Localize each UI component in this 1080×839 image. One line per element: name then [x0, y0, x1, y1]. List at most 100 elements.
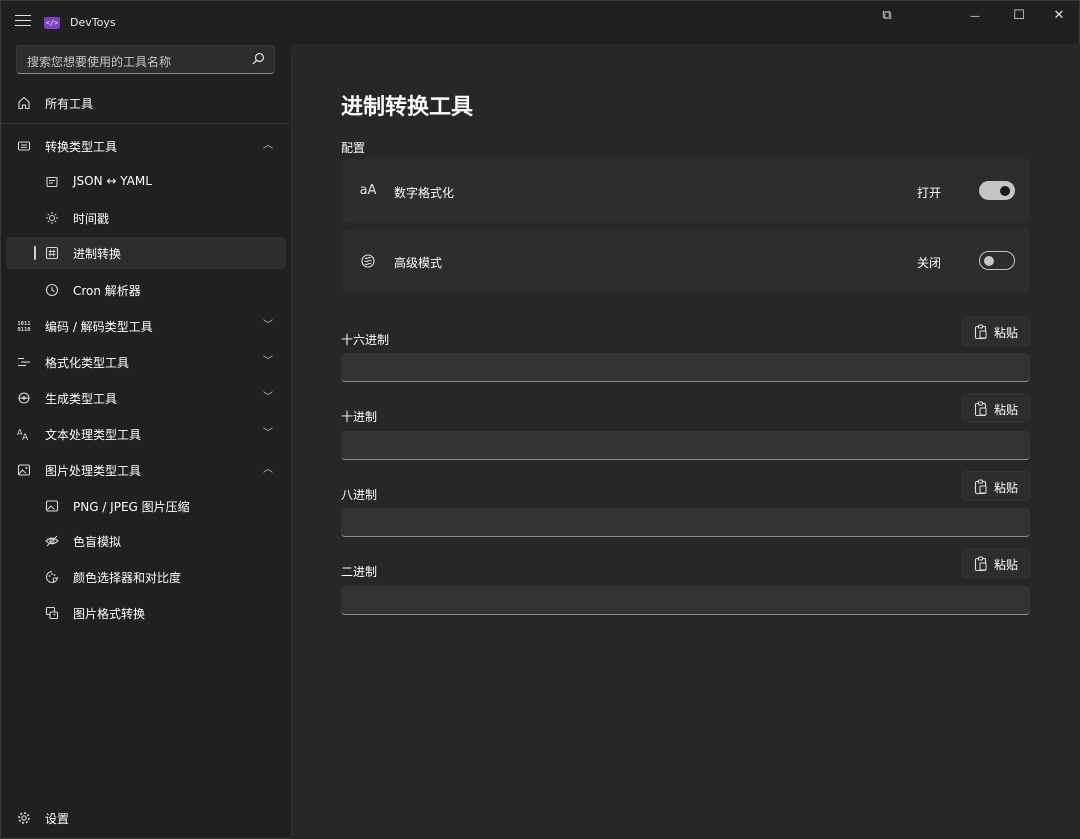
hex-paste-button[interactable]: 粘贴	[962, 316, 1030, 346]
paste-label: 粘贴	[994, 558, 1019, 572]
sidebar-divider	[1, 123, 289, 124]
sidebar-group-formatters[interactable]: 格式化类型工具 ﹀	[6, 346, 286, 378]
clipboard-icon	[974, 479, 987, 495]
sidebar-item-image-compress[interactable]: PNG / JPEG 图片压缩	[6, 490, 286, 522]
chevron-down-icon: ﹀	[263, 428, 273, 439]
sidebar-item-json-yaml[interactable]: JSON ↔ YAML	[6, 166, 286, 198]
page-title: 进制转换工具	[341, 95, 474, 120]
sidebar-item-label: PNG / JPEG 图片压缩	[73, 500, 190, 514]
toggle-state-text: 关闭	[916, 256, 941, 270]
sidebar-item-timestamp[interactable]: 时间戳	[6, 202, 286, 234]
sidebar-item-cron-parser[interactable]: Cron 解析器	[6, 274, 286, 306]
sidebar-item-label: Cron 解析器	[73, 284, 141, 298]
decimal-input[interactable]	[341, 431, 1030, 460]
app-title: DevToys	[70, 16, 116, 29]
search-box[interactable]: 搜索您想要使用的工具名称	[16, 45, 275, 74]
sidebar-item-label: JSON ↔ YAML	[73, 174, 152, 188]
sidebar-group-label: 格式化类型工具	[45, 356, 130, 370]
sidebar-group-text[interactable]: A A 文本处理类型工具 ﹀	[6, 418, 286, 450]
binary-input[interactable]	[341, 586, 1030, 615]
sidebar-item-color-picker[interactable]: 颜色选择器和对比度	[6, 561, 286, 593]
sidebar-item-label: 图片格式转换	[73, 607, 146, 621]
json-yaml-icon	[46, 176, 58, 188]
minimize-button[interactable]: —	[953, 1, 997, 33]
number-format-toggle[interactable]	[979, 181, 1015, 200]
maximize-button[interactable]: ☐	[997, 1, 1041, 33]
sidebar-item-label: 所有工具	[45, 97, 94, 111]
generator-icon	[18, 392, 30, 404]
sidebar-group-label: 生成类型工具	[45, 392, 118, 406]
decimal-label: 十进制	[341, 410, 378, 424]
image-icon	[17, 464, 31, 476]
binary-label: 二进制	[341, 565, 378, 579]
close-icon: ✕	[1053, 8, 1065, 23]
binary-paste-button[interactable]: 粘贴	[962, 548, 1030, 578]
chevron-down-icon: ﹀	[263, 356, 273, 367]
selection-indicator	[34, 246, 36, 260]
app-window: </> DevToys ⧉ — ☐ ✕ 搜索您想要使用的工具名称 所有工具 转换…	[0, 0, 1080, 839]
eye-icon	[45, 535, 59, 547]
sidebar-item-settings[interactable]: 设置	[6, 802, 286, 834]
clipboard-icon	[974, 401, 987, 417]
converter-icon	[17, 141, 31, 151]
toggle-knob	[984, 255, 994, 266]
sidebar-item-label: 颜色选择器和对比度	[73, 571, 182, 585]
clipboard-icon	[974, 556, 987, 572]
octal-paste-button[interactable]: 粘贴	[962, 471, 1030, 501]
clipboard-icon	[974, 324, 987, 340]
sidebar-item-label: 设置	[45, 812, 70, 826]
chevron-down-icon: ﹀	[263, 320, 273, 331]
decimal-paste-button[interactable]: 粘贴	[962, 393, 1030, 423]
advanced-icon	[361, 254, 375, 268]
sidebar-group-generators[interactable]: 生成类型工具 ﹀	[6, 382, 286, 414]
sidebar-item-label: 时间戳	[73, 212, 110, 226]
paste-label: 粘贴	[994, 326, 1019, 340]
setting-label: 高级模式	[394, 256, 443, 270]
close-button[interactable]: ✕	[1037, 1, 1080, 33]
image-compress-icon	[45, 500, 59, 512]
maximize-icon: ☐	[1013, 8, 1025, 23]
hamburger-menu-icon[interactable]	[15, 15, 31, 29]
sidebar-group-label: 文本处理类型工具	[45, 428, 142, 442]
setting-number-format: aA 数字格式化 打开	[342, 159, 1030, 223]
sidebar-item-number-base[interactable]: 进制转换	[6, 237, 286, 269]
search-input[interactable]: 搜索您想要使用的工具名称	[27, 53, 171, 70]
sidebar-item-label: 进制转换	[73, 247, 122, 261]
octal-label: 八进制	[341, 488, 378, 502]
sidebar-group-label: 图片处理类型工具	[45, 464, 142, 478]
sidebar-item-all-tools[interactable]: 所有工具	[6, 87, 286, 119]
main-content: 进制转换工具 配置 aA 数字格式化 打开 高级模式 关闭 十六进制 粘贴 十进…	[291, 44, 1080, 839]
number-base-icon	[45, 246, 59, 260]
sidebar-group-label: 转换类型工具	[45, 140, 118, 154]
clock-icon	[45, 283, 59, 297]
setting-advanced-mode: 高级模式 关闭	[342, 229, 1030, 293]
app-logo-icon: </>	[44, 17, 60, 29]
sidebar-item-label: 色盲模拟	[73, 535, 122, 549]
setting-label: 数字格式化	[394, 186, 455, 200]
minimize-icon: —	[970, 11, 980, 22]
hex-input[interactable]	[341, 353, 1030, 382]
sidebar-item-image-convert[interactable]: 图片格式转换	[6, 597, 286, 629]
svg-text:0110: 0110	[17, 327, 30, 333]
title-bar: </> DevToys ⧉ — ☐ ✕	[1, 1, 1079, 43]
binary-icon: 1011 0110	[17, 321, 31, 333]
toggle-knob	[1000, 185, 1010, 196]
advanced-mode-toggle[interactable]	[979, 251, 1015, 270]
compact-overlay-button[interactable]: ⧉	[865, 1, 909, 33]
timestamp-icon	[46, 212, 58, 224]
gear-icon	[18, 812, 30, 824]
sidebar-group-encoders[interactable]: 1011 0110 编码 / 解码类型工具 ﹀	[6, 310, 286, 342]
compact-overlay-icon: ⧉	[882, 8, 892, 23]
search-icon[interactable]	[250, 51, 266, 67]
font-size-icon: aA	[359, 183, 377, 198]
text-icon: A A	[17, 428, 29, 442]
svg-text:A: A	[22, 433, 29, 442]
toggle-state-text: 打开	[916, 186, 941, 200]
sidebar-group-images[interactable]: 图片处理类型工具 ︿	[6, 454, 286, 486]
hex-label: 十六进制	[341, 333, 390, 347]
octal-input[interactable]	[341, 508, 1030, 537]
sidebar-group-converters[interactable]: 转换类型工具 ︿	[6, 130, 286, 162]
sidebar-item-color-blind[interactable]: 色盲模拟	[6, 525, 286, 557]
paste-label: 粘贴	[994, 481, 1019, 495]
color-picker-icon	[46, 571, 58, 583]
